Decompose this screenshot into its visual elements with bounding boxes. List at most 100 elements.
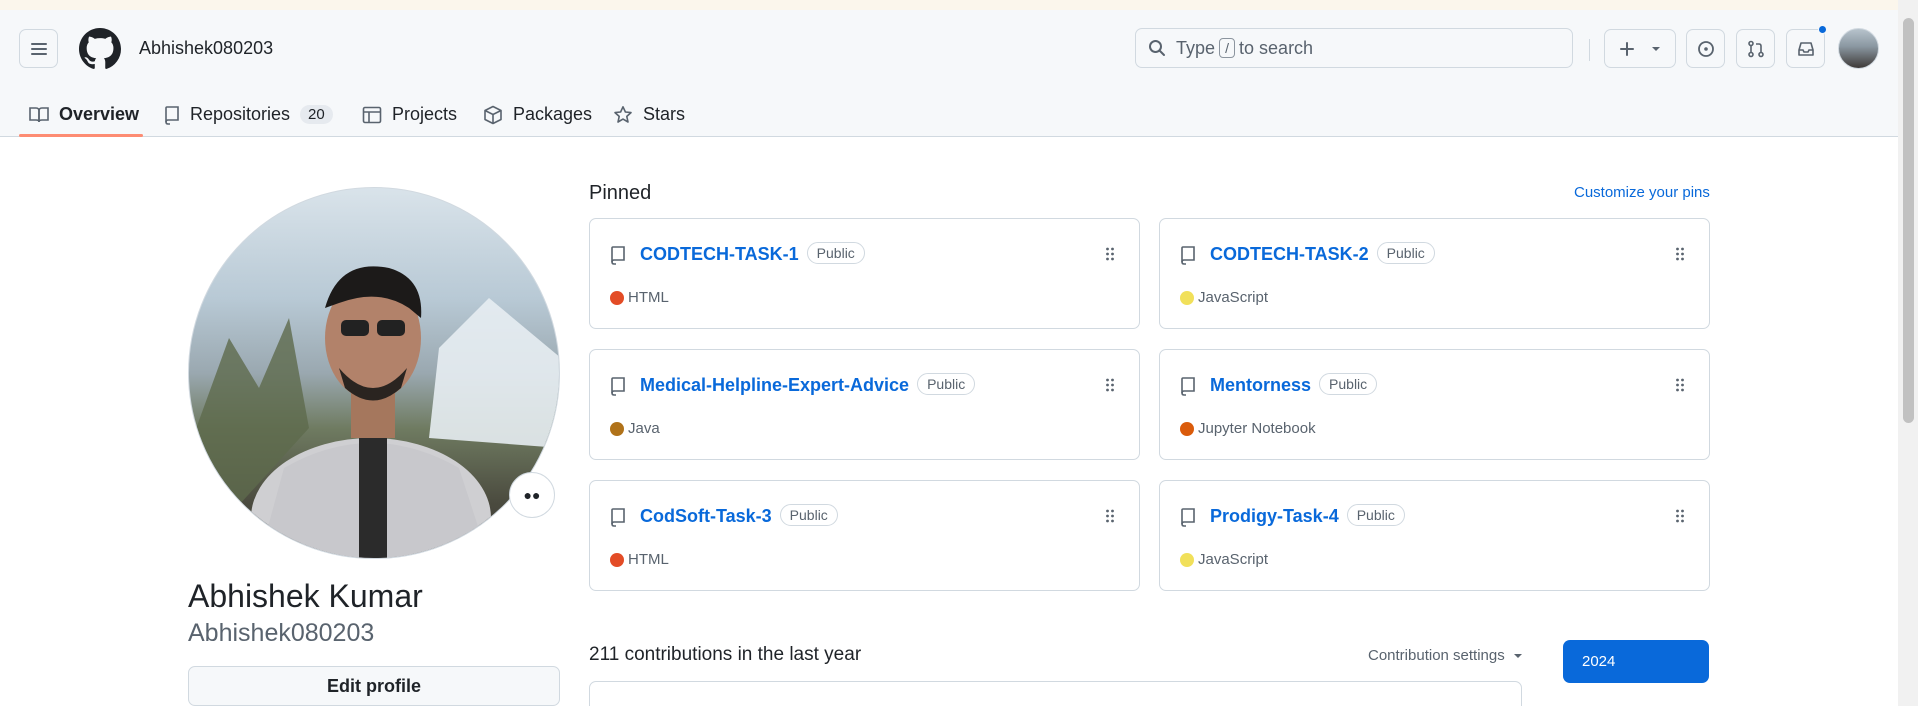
inbox-icon [1797, 41, 1814, 56]
repo-icon [1181, 508, 1195, 527]
language-color-dot [610, 421, 624, 436]
smiley-icon: ●● [523, 487, 541, 503]
plus-icon [1619, 41, 1634, 56]
contribution-graph [589, 681, 1522, 706]
profile-tabs: Overview Repositories 20 Projects Packag… [0, 92, 1898, 137]
pinned-repo-card[interactable]: CODTECH-TASK-1 Public HTML [589, 218, 1140, 329]
repo-language: Java [610, 420, 660, 437]
package-icon [484, 105, 502, 124]
caret-down-icon [1513, 654, 1522, 658]
repo-name[interactable]: Medical-Helpline-Expert-Advice [640, 375, 909, 395]
repo-icon [1181, 377, 1195, 396]
contribution-settings-label: Contribution settings [1368, 647, 1505, 664]
tab-label: Overview [59, 104, 140, 124]
repo-name[interactable]: CodSoft-Task-3 [640, 506, 772, 526]
contributions-title: 211 contributions in the last year [589, 644, 862, 665]
create-new-button[interactable] [1604, 29, 1676, 68]
repo-language: JavaScript [1180, 289, 1268, 306]
pinned-repo-card[interactable]: Prodigy-Task-4 Public JavaScript [1159, 480, 1710, 591]
visibility-badge: Public [806, 242, 865, 264]
pinned-repo-card[interactable]: CodSoft-Task-3 Public HTML [589, 480, 1140, 591]
visibility-badge: Public [1376, 242, 1435, 264]
visibility-badge: Public [917, 373, 976, 395]
book-icon [29, 106, 49, 122]
issues-button[interactable] [1686, 29, 1725, 68]
profile-full-name: Abhishek Kumar [188, 578, 423, 614]
pinned-repo-card[interactable]: Medical-Helpline-Expert-Advice Public Java [589, 349, 1140, 460]
drag-grip-icon[interactable] [1675, 508, 1685, 524]
header-divider [1589, 39, 1590, 61]
drag-grip-icon[interactable] [1105, 377, 1115, 393]
search-placeholder-prefix: Type [1176, 37, 1216, 58]
pinned-repo-card[interactable]: Mentorness Public Jupyter Notebook [1159, 349, 1710, 460]
tab-overview[interactable]: Overview [29, 92, 139, 137]
visibility-badge: Public [1346, 504, 1405, 526]
pinned-title: Pinned [589, 182, 652, 204]
pull-requests-button[interactable] [1736, 29, 1775, 68]
tab-label: Packages [513, 104, 593, 124]
search-placeholder-suffix: to search [1239, 37, 1314, 58]
github-logo-icon[interactable] [79, 28, 121, 70]
visibility-badge: Public [1319, 373, 1378, 395]
tab-label: Stars [643, 104, 686, 124]
inbox-button[interactable] [1786, 29, 1825, 68]
repo-link[interactable]: CodSoft-Task-3 Public [640, 504, 838, 527]
repo-link[interactable]: Medical-Helpline-Expert-Advice Public [640, 373, 976, 396]
repo-name[interactable]: CODTECH-TASK-1 [640, 244, 799, 264]
repo-language: HTML [610, 289, 669, 306]
profile-login: Abhishek080203 [188, 619, 375, 647]
avatar[interactable] [1838, 28, 1879, 69]
set-status-button[interactable]: ●● [509, 472, 555, 518]
notification-dot [1818, 25, 1827, 34]
language-label: HTML [628, 551, 669, 568]
language-color-dot [1180, 421, 1194, 436]
repo-link[interactable]: CODTECH-TASK-2 Public [1210, 242, 1435, 265]
repo-link[interactable]: Mentorness Public [1210, 373, 1378, 396]
tab-projects[interactable]: Projects [362, 92, 457, 137]
pinned-repo-card[interactable]: CODTECH-TASK-2 Public JavaScript [1159, 218, 1710, 329]
repo-icon [611, 246, 625, 265]
year-2024-button[interactable]: 2024 [1563, 640, 1709, 683]
issue-opened-icon [1697, 40, 1714, 57]
search-icon [1149, 40, 1165, 56]
repo-name[interactable]: Prodigy-Task-4 [1210, 506, 1339, 526]
scrollbar-thumb[interactable] [1903, 18, 1914, 423]
slash-key-hint: / [1219, 38, 1236, 58]
repo-icon [1181, 246, 1195, 265]
tab-label: Repositories [190, 104, 291, 124]
search-input[interactable]: Type / to search [1135, 28, 1573, 68]
tab-stars[interactable]: Stars [613, 92, 685, 137]
tab-label: Projects [392, 104, 458, 124]
drag-grip-icon[interactable] [1675, 377, 1685, 393]
profile-photo[interactable] [188, 187, 560, 559]
repo-icon [611, 377, 625, 396]
drag-grip-icon[interactable] [1105, 508, 1115, 524]
repo-name[interactable]: Mentorness [1210, 375, 1311, 395]
repo-link[interactable]: Prodigy-Task-4 Public [1210, 504, 1405, 527]
language-label: Jupyter Notebook [1198, 420, 1316, 437]
contribution-settings-dropdown[interactable]: Contribution settings [1368, 647, 1523, 664]
repo-link[interactable]: CODTECH-TASK-1 Public [640, 242, 865, 265]
table-icon [362, 106, 382, 123]
menu-button[interactable] [19, 29, 58, 68]
repo-language: JavaScript [1180, 551, 1268, 568]
edit-profile-button[interactable]: Edit profile [188, 666, 560, 706]
repo-icon [611, 508, 625, 527]
top-banner-strip [0, 0, 1918, 10]
language-color-dot [1180, 552, 1194, 567]
repo-icon [165, 105, 179, 125]
search-placeholder: Type / to search [1176, 38, 1313, 59]
drag-grip-icon[interactable] [1675, 246, 1685, 262]
hamburger-icon [30, 42, 47, 55]
tab-repositories[interactable]: Repositories 20 [164, 92, 333, 137]
repo-name[interactable]: CODTECH-TASK-2 [1210, 244, 1369, 264]
language-color-dot [610, 552, 624, 567]
drag-grip-icon[interactable] [1105, 246, 1115, 262]
star-icon [614, 105, 632, 123]
repo-count-badge: 20 [300, 105, 333, 124]
language-color-dot [1180, 290, 1194, 305]
tab-packages[interactable]: Packages [483, 92, 592, 137]
customize-pins-link[interactable]: Customize your pins [1574, 184, 1710, 201]
profile-photo-illustration [189, 266, 559, 558]
header-username[interactable]: Abhishek080203 [139, 38, 273, 59]
